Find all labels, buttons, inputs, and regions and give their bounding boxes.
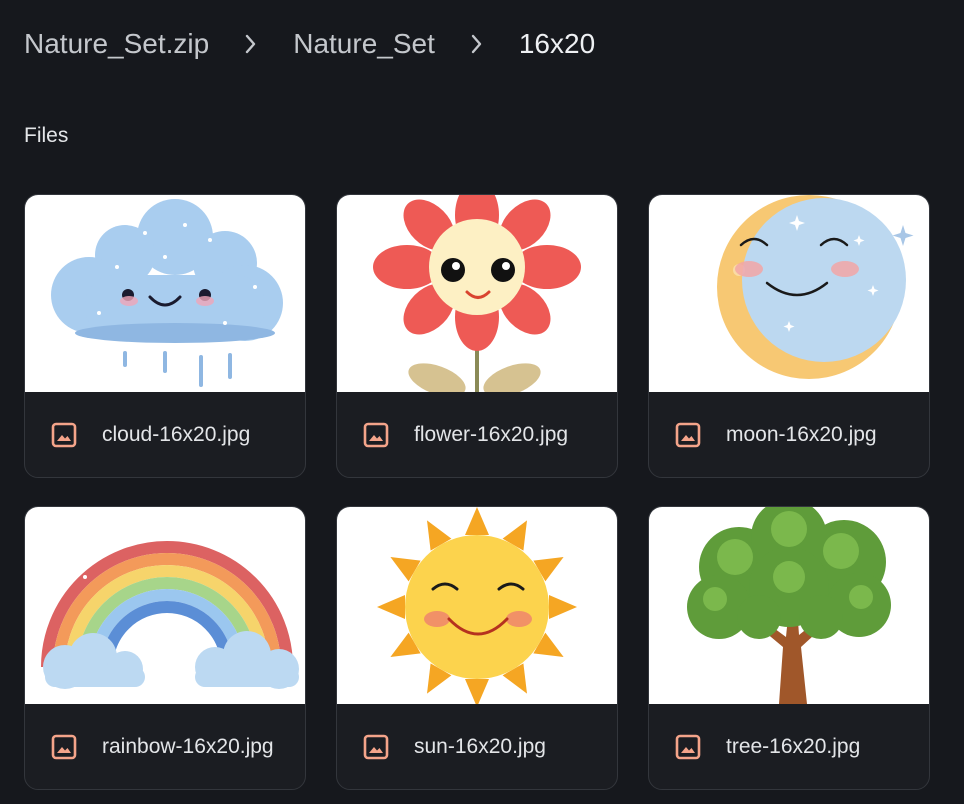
breadcrumb-item-zip[interactable]: Nature_Set.zip [24, 28, 209, 60]
file-caption: tree-16x20.jpg [649, 704, 929, 789]
file-caption: cloud-16x20.jpg [25, 392, 305, 477]
tree-image [649, 507, 929, 704]
image-file-icon [675, 734, 701, 759]
image-file-icon [51, 422, 77, 447]
breadcrumb-item-current: 16x20 [518, 28, 596, 59]
file-name: cloud-16x20.jpg [102, 422, 251, 446]
image-file-icon [675, 422, 701, 447]
file-name: rainbow-16x20.jpg [102, 734, 274, 758]
file-caption: sun-16x20.jpg [337, 704, 617, 789]
sun-image [337, 507, 617, 704]
file-name: tree-16x20.jpg [726, 734, 861, 758]
image-file-icon [51, 734, 77, 759]
rainbow-image [25, 507, 305, 704]
file-caption: moon-16x20.jpg [649, 392, 929, 477]
chevron-right-icon [461, 33, 493, 55]
file-card-rainbow[interactable]: rainbow-16x20.jpg [24, 506, 306, 790]
image-file-icon [363, 422, 389, 447]
file-name: moon-16x20.jpg [726, 422, 877, 446]
file-card-flower[interactable]: flower-16x20.jpg [336, 194, 618, 478]
chevron-right-icon [235, 33, 267, 55]
file-grid: cloud-16x20.jpg flower-16x20.jpg moon-16… [24, 194, 930, 790]
flower-image [337, 195, 617, 392]
file-card-sun[interactable]: sun-16x20.jpg [336, 506, 618, 790]
file-card-tree[interactable]: tree-16x20.jpg [648, 506, 930, 790]
file-card-cloud[interactable]: cloud-16x20.jpg [24, 194, 306, 478]
breadcrumb: Nature_Set.zip Nature_Set 16x20 [24, 18, 595, 70]
image-file-icon [363, 734, 389, 759]
file-caption: flower-16x20.jpg [337, 392, 617, 477]
breadcrumb-item-folder[interactable]: Nature_Set [293, 28, 435, 60]
file-card-moon[interactable]: moon-16x20.jpg [648, 194, 930, 478]
cloud-image [25, 195, 305, 392]
file-name: flower-16x20.jpg [414, 422, 569, 446]
file-name: sun-16x20.jpg [414, 734, 546, 758]
moon-image [649, 195, 929, 392]
file-caption: rainbow-16x20.jpg [25, 704, 305, 789]
section-title: Files [24, 124, 69, 147]
